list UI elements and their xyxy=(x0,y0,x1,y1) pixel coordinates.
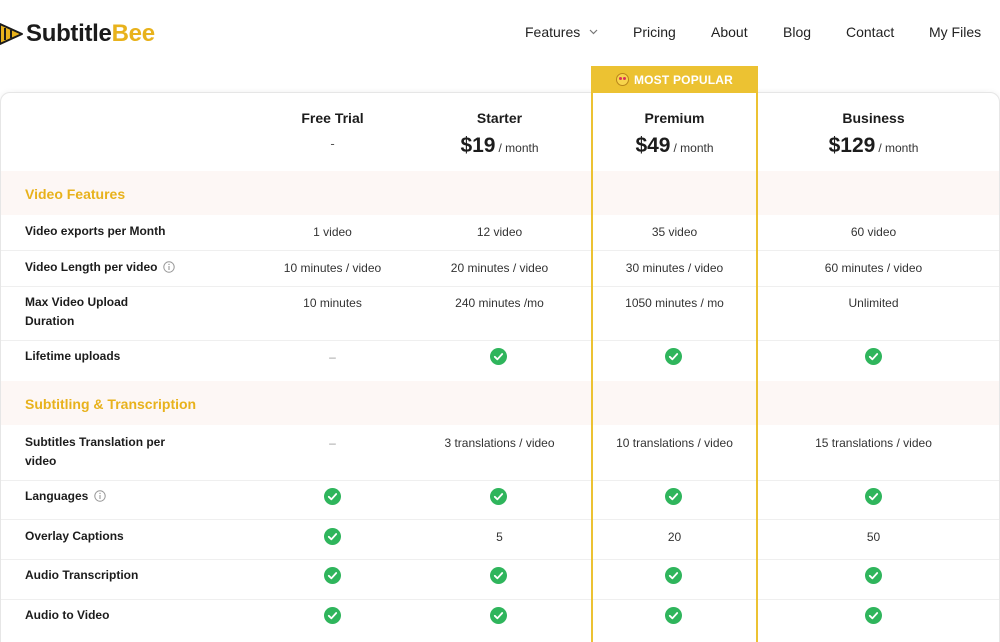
row-label: Max Video Upload Duration xyxy=(25,295,129,328)
plan-business: Business $129/ month xyxy=(790,110,957,158)
nav-features-label: Features xyxy=(525,24,581,40)
row-divider xyxy=(1,519,999,520)
table-cell: 12 video xyxy=(476,225,523,239)
row-label: Audio to Video xyxy=(25,608,110,622)
check-circle-icon xyxy=(665,567,682,584)
table-cell: 1 video xyxy=(313,225,352,239)
plan-name: Business xyxy=(842,110,905,126)
info-icon[interactable] xyxy=(94,490,107,502)
row-label: Lifetime uploads xyxy=(25,349,121,363)
heart-eyes-emoji-icon xyxy=(615,73,629,86)
table-cell: 240 minutes /mo xyxy=(455,296,544,310)
check-circle-icon xyxy=(665,488,682,505)
check-circle-icon xyxy=(865,567,882,584)
check-circle-icon xyxy=(324,607,341,624)
plan-name: Starter xyxy=(476,110,523,126)
plan-name: Free Trial xyxy=(301,110,364,126)
table-cell: 20 xyxy=(667,530,682,544)
most-popular-label: MOST POPULAR xyxy=(633,72,734,87)
table-cell: – xyxy=(329,436,336,450)
check-circle-icon xyxy=(324,488,341,505)
plan-name: Premium xyxy=(644,110,705,126)
info-icon[interactable] xyxy=(163,261,176,273)
plan-price: $129/ month xyxy=(828,134,919,157)
section-title: Video Features xyxy=(25,186,126,202)
check-circle-icon xyxy=(665,607,682,624)
check-circle-icon xyxy=(865,488,882,505)
check-circle-icon xyxy=(490,348,507,365)
table-cell: 35 video xyxy=(651,225,698,239)
table-cell: 20 minutes / video xyxy=(450,261,549,275)
check-circle-icon xyxy=(490,488,507,505)
table-cell: 1050 minutes / mo xyxy=(625,296,724,310)
table-cell: 10 translations / video xyxy=(616,436,733,450)
table-cell: 5 xyxy=(496,530,503,544)
nav-blog[interactable]: Blog xyxy=(783,24,811,40)
nav-my-files[interactable]: My Files xyxy=(929,24,981,40)
row-label: Languages xyxy=(25,487,175,506)
check-circle-icon xyxy=(865,348,882,365)
row-divider xyxy=(1,340,999,341)
row-label: Audio Transcription xyxy=(25,568,139,582)
section-video-features xyxy=(1,171,999,215)
row-label: Overlay Captions xyxy=(25,529,124,543)
table-cell: 3 translations / video xyxy=(444,436,555,450)
main-nav: Features Pricing About Blog Contact My F… xyxy=(0,24,1000,44)
table-cell: 60 minutes / video xyxy=(824,261,923,275)
row-divider xyxy=(1,559,999,560)
check-circle-icon xyxy=(665,348,682,365)
check-circle-icon xyxy=(490,567,507,584)
nav-contact[interactable]: Contact xyxy=(846,24,894,40)
table-cell: 10 minutes xyxy=(303,296,362,310)
nav-features[interactable]: Features xyxy=(525,24,598,40)
table-cell: 50 xyxy=(866,530,881,544)
plan-price: $19/ month xyxy=(460,134,539,157)
check-circle-icon xyxy=(865,607,882,624)
nav-about[interactable]: About xyxy=(711,24,748,40)
most-popular-badge: MOST POPULAR xyxy=(591,66,758,93)
plan-free-trial: Free Trial - xyxy=(249,110,416,151)
table-cell: 15 translations / video xyxy=(815,436,932,450)
row-divider xyxy=(1,250,999,251)
check-circle-icon xyxy=(490,607,507,624)
nav-pricing[interactable]: Pricing xyxy=(633,24,676,40)
plan-price: $49/ month xyxy=(635,134,714,157)
row-divider xyxy=(1,599,999,600)
section-title: Subtitling & Transcription xyxy=(25,396,197,412)
row-divider xyxy=(1,286,999,287)
site-header: SubtitleBee Features Pricing About Blog … xyxy=(0,0,1000,66)
chevron-down-icon xyxy=(589,29,598,35)
row-label: Video exports per Month xyxy=(25,224,166,238)
row-label: Subtitles Translation per video xyxy=(25,435,166,468)
table-cell: 10 minutes / video xyxy=(283,261,382,275)
table-cell: Unlimited xyxy=(848,296,899,310)
row-divider xyxy=(1,480,999,481)
plan-starter: Starter $19/ month xyxy=(416,110,583,158)
plan-premium: Premium $49/ month xyxy=(591,110,758,158)
check-circle-icon xyxy=(324,528,341,545)
check-circle-icon xyxy=(324,567,341,584)
table-cell: 60 video xyxy=(850,225,897,239)
table-cell: 30 minutes / video xyxy=(625,261,724,275)
plan-price-placeholder: - xyxy=(330,136,335,151)
row-label: Video Length per video xyxy=(25,258,225,277)
table-cell: – xyxy=(329,350,336,364)
